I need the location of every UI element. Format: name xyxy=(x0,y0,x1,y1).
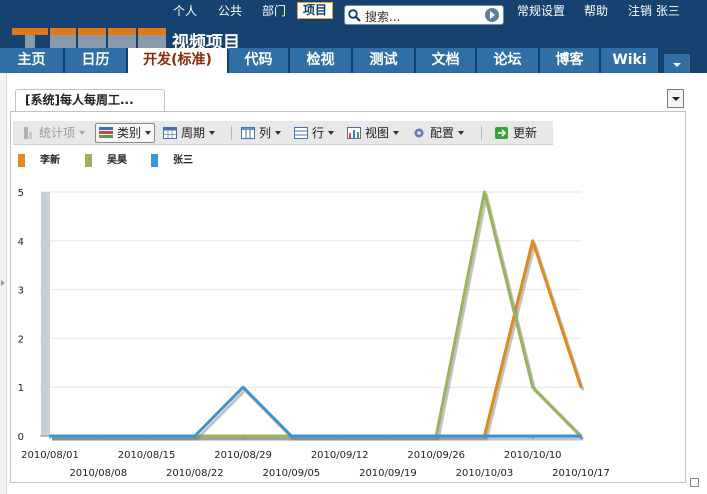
series-point xyxy=(531,239,534,242)
x-tick-label: 2010/08/29 xyxy=(214,450,272,461)
y-tick-label: 4 xyxy=(18,237,24,248)
series-shadow xyxy=(52,388,583,441)
x-tick-label: 2010/10/03 xyxy=(456,468,514,479)
x-tick-label: 2010/08/15 xyxy=(118,450,176,461)
x-tick-label: 2010/08/08 xyxy=(69,468,127,479)
series-point xyxy=(579,434,583,438)
series-shadow xyxy=(52,193,585,441)
x-tick-label: 2010/09/19 xyxy=(359,468,417,479)
x-tick-label: 2010/10/17 xyxy=(552,468,610,479)
series-point xyxy=(483,190,486,194)
y-tick-label: 1 xyxy=(18,383,24,394)
series-point xyxy=(386,434,390,438)
series-point xyxy=(241,434,245,438)
resize-handle[interactable] xyxy=(690,478,699,487)
y-tick-label: 3 xyxy=(18,286,24,297)
series-point xyxy=(48,434,52,438)
series-point xyxy=(97,434,100,438)
series-line-3 xyxy=(50,385,581,438)
series-line-2 xyxy=(50,190,583,438)
series-point xyxy=(531,434,534,438)
x-tick-label: 2010/08/01 xyxy=(21,450,79,461)
x-tick-label: 2010/10/10 xyxy=(504,450,562,461)
x-tick-label: 2010/09/05 xyxy=(263,468,321,479)
x-tick-label: 2010/09/26 xyxy=(407,450,465,461)
series-point xyxy=(290,434,293,438)
line-chart: 0 1 2 3 4 5 2010/08/01 2010/08/08 2010/08/15 2010… xyxy=(18,188,610,479)
x-tick-label: 2010/08/22 xyxy=(166,468,224,479)
series-point xyxy=(241,386,245,389)
series-point xyxy=(145,434,148,438)
y-tick-label: 0 xyxy=(18,432,24,443)
series-point xyxy=(579,386,583,389)
series-point xyxy=(338,434,341,438)
y-tick-label: 2 xyxy=(18,334,24,345)
x-tick-label: 2010/09/12 xyxy=(311,450,369,461)
y-tick-label: 5 xyxy=(18,188,24,199)
series-point xyxy=(193,434,197,438)
series-point xyxy=(483,434,486,438)
series-point xyxy=(531,386,534,389)
y-axis-bar xyxy=(41,192,50,436)
series-point xyxy=(434,434,438,438)
